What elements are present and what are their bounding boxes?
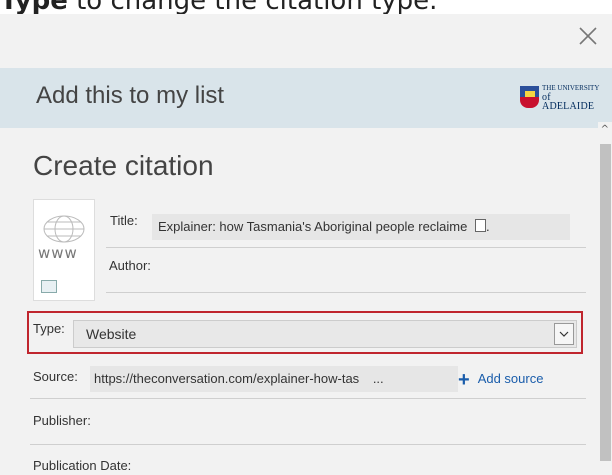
type-select-value: Website: [86, 326, 137, 342]
close-icon[interactable]: [574, 22, 602, 50]
divider: [30, 444, 586, 445]
www-label: www: [38, 244, 78, 262]
publication-date-label: Publication Date:: [33, 458, 132, 473]
author-field[interactable]: [155, 256, 575, 278]
publisher-label: Publisher:: [33, 413, 91, 428]
dialog-title: Add this to my list: [36, 82, 225, 109]
type-label: Type:: [33, 321, 65, 336]
scrollbar-thumb[interactable]: [600, 144, 611, 461]
dialog-header: Add this to my list THE UNIVERSITY of AD…: [0, 68, 612, 128]
type-select[interactable]: Website: [73, 320, 577, 348]
globe-icon: [43, 215, 85, 243]
add-source-button[interactable]: + Add source: [458, 369, 543, 392]
crest-icon: [520, 86, 540, 108]
source-field[interactable]: https://theconversation.com/explainer-ho…: [90, 366, 458, 392]
section-title: Create citation: [33, 150, 214, 181]
scroll-up-icon[interactable]: ^: [601, 124, 609, 135]
source-label: Source:: [33, 369, 78, 384]
plus-icon: +: [458, 369, 470, 391]
image-icon: [41, 280, 57, 293]
divider: [30, 398, 586, 399]
divider: [106, 247, 586, 248]
author-label: Author:: [109, 258, 151, 273]
university-logo: THE UNIVERSITY of ADELAIDE: [520, 83, 602, 111]
resource-thumbnail: www: [33, 199, 95, 301]
title-field[interactable]: Explainer: how Tasmania's Aboriginal peo…: [152, 214, 570, 240]
chevron-down-icon[interactable]: [554, 323, 574, 345]
title-label: Title:: [110, 213, 138, 228]
divider: [106, 292, 586, 293]
